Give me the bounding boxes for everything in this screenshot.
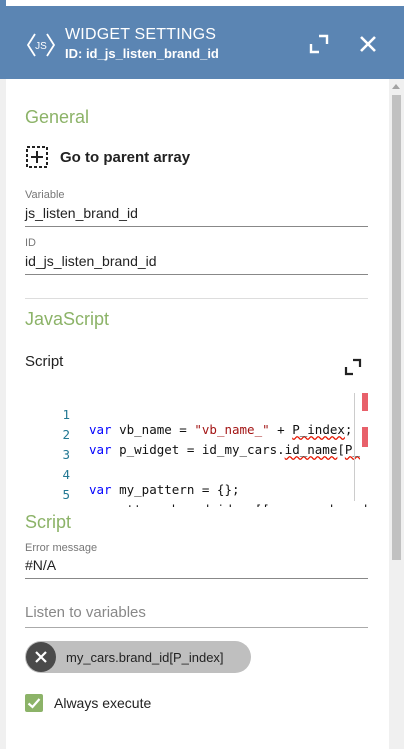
array-icon (26, 146, 48, 168)
code-line: 1 var vb_name = "vb_name_" + P_index; (25, 392, 352, 437)
listen-variables-input[interactable]: Listen to variables (25, 604, 146, 621)
chip-label: my_cars.brand_id[P_index] (66, 649, 224, 665)
header-bar: JS WIDGET SETTINGS ID: id_js_listen_bran… (6, 6, 404, 79)
line-number: 5 (62, 487, 70, 502)
listen-variables-underline (25, 627, 368, 628)
close-icon[interactable] (357, 33, 379, 55)
error-message-label: Error message (25, 542, 98, 554)
panel-title: WIDGET SETTINGS (65, 26, 217, 43)
variable-label: Variable (25, 189, 65, 201)
variable-field[interactable]: js_listen_brand_id (25, 205, 138, 221)
code-line: 3 (25, 432, 70, 462)
error-message-underline (25, 578, 368, 579)
code-text: var p_widget = id_my_cars.id_name[P_ (89, 442, 360, 457)
error-marker (362, 393, 368, 411)
close-icon (35, 651, 47, 663)
scrollbar-thumb[interactable] (392, 95, 401, 560)
goto-parent-button[interactable]: Go to parent array (25, 145, 190, 169)
goto-parent-label: Go to parent array (60, 148, 191, 166)
editor-ruler (354, 393, 355, 501)
js-logo-text: JS (35, 41, 47, 52)
section-title-javascript: JavaScript (25, 309, 110, 329)
script-label: Script (25, 353, 64, 370)
section-title-script: Script (25, 512, 72, 532)
code-text: my_pattern.brand_id = [[my_cars.brand (89, 502, 367, 507)
variable-chip: my_cars.brand_id[P_index] (25, 641, 251, 673)
vertical-scrollbar[interactable] (389, 79, 404, 749)
code-line: 2 var p_widget = id_my_cars.id_name[P_ (25, 412, 359, 457)
code-text: var vb_name = "vb_name_" + P_index; (89, 422, 353, 437)
expand-editor-icon[interactable] (344, 358, 362, 376)
id-label: ID (25, 237, 36, 249)
js-logo-icon: JS (26, 33, 56, 57)
error-marker (362, 427, 368, 447)
settings-panel: General Go to parent array Variable js_l… (6, 79, 389, 749)
id-underline (25, 274, 368, 275)
code-line: 5 my_pattern.brand_id = [[my_cars.brand (25, 472, 367, 507)
code-text: var my_pattern = {}; (89, 482, 240, 497)
always-execute-label: Always execute (54, 695, 152, 711)
always-execute-checkbox[interactable] (25, 694, 43, 712)
divider (25, 298, 368, 299)
code-line: 4 var my_pattern = {}; (25, 452, 239, 497)
chip-remove-button[interactable] (26, 642, 56, 672)
scroll-up-icon[interactable] (392, 84, 400, 89)
id-field[interactable]: id_js_listen_brand_id (25, 253, 157, 269)
error-message-field[interactable]: #N/A (25, 557, 56, 573)
code-editor[interactable]: 1 var vb_name = "vb_name_" + P_index; 2 … (25, 389, 368, 507)
checkmark-icon (27, 698, 41, 709)
section-title-general: General (25, 107, 90, 127)
variable-underline (25, 226, 368, 227)
expand-icon[interactable] (308, 33, 330, 55)
panel-subtitle: ID: id_js_listen_brand_id (65, 46, 219, 61)
